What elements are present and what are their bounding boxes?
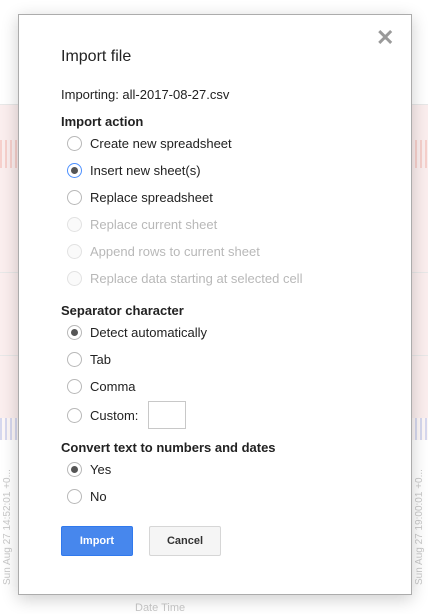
- radio-button-icon[interactable]: [67, 189, 82, 205]
- radio-selected-icon[interactable]: [67, 324, 82, 340]
- dialog-title: Import file: [61, 48, 132, 65]
- radio-label: Replace data starting at selected cell: [90, 270, 303, 286]
- x-tick-label: Sun Aug 27 19:00:01 +0...: [414, 469, 425, 585]
- radio-label: Custom:: [90, 407, 139, 423]
- radio-button-icon[interactable]: [67, 135, 82, 151]
- radio-disabled-icon: [67, 216, 82, 232]
- convert-heading: Convert text to numbers and dates: [61, 440, 276, 455]
- radio-button-icon[interactable]: [67, 378, 82, 394]
- import-file-dialog: ✕ Import file Importing: all-2017-08-27.…: [18, 14, 412, 595]
- radio-tab[interactable]: Tab: [67, 350, 111, 368]
- radio-disabled-icon: [67, 270, 82, 286]
- radio-label: Yes: [90, 461, 112, 477]
- radio-replace-data-at-cell: Replace data starting at selected cell: [67, 269, 302, 287]
- importing-filename: Importing: all-2017-08-27.csv: [61, 87, 230, 102]
- radio-convert-no[interactable]: No: [67, 487, 107, 505]
- radio-label: Tab: [90, 351, 111, 367]
- radio-label: Append rows to current sheet: [90, 243, 260, 259]
- custom-separator-input[interactable]: [148, 401, 187, 429]
- radio-replace-spreadsheet[interactable]: Replace spreadsheet: [67, 188, 213, 206]
- radio-label: No: [90, 488, 107, 504]
- radio-label: Detect automatically: [90, 324, 208, 340]
- radio-label: Create new spreadsheet: [90, 135, 232, 151]
- radio-comma[interactable]: Comma: [67, 377, 136, 395]
- radio-label: Replace current sheet: [90, 216, 218, 232]
- radio-selected-icon[interactable]: [67, 461, 82, 477]
- radio-button-icon[interactable]: [67, 351, 82, 367]
- radio-label: Replace spreadsheet: [90, 189, 213, 205]
- radio-create-new-spreadsheet[interactable]: Create new spreadsheet: [67, 134, 232, 152]
- cancel-button[interactable]: Cancel: [149, 526, 221, 556]
- x-axis-title: Date Time: [135, 602, 186, 614]
- import-action-heading: Import action: [61, 114, 144, 129]
- separator-heading: Separator character: [61, 303, 184, 318]
- radio-button-icon[interactable]: [67, 488, 82, 504]
- radio-detect-automatically[interactable]: Detect automatically: [67, 323, 207, 341]
- radio-replace-current-sheet: Replace current sheet: [67, 215, 217, 233]
- radio-insert-new-sheets[interactable]: Insert new sheet(s): [67, 161, 201, 179]
- radio-custom[interactable]: Custom:: [67, 400, 187, 430]
- radio-append-rows: Append rows to current sheet: [67, 242, 260, 260]
- radio-label: Comma: [90, 378, 136, 394]
- radio-label: Insert new sheet(s): [90, 162, 201, 178]
- radio-disabled-icon: [67, 243, 82, 259]
- radio-button-icon[interactable]: [67, 407, 82, 423]
- close-icon[interactable]: ✕: [376, 27, 394, 49]
- import-button[interactable]: Import: [61, 526, 133, 556]
- radio-convert-yes[interactable]: Yes: [67, 460, 111, 478]
- radio-selected-icon[interactable]: [67, 162, 82, 178]
